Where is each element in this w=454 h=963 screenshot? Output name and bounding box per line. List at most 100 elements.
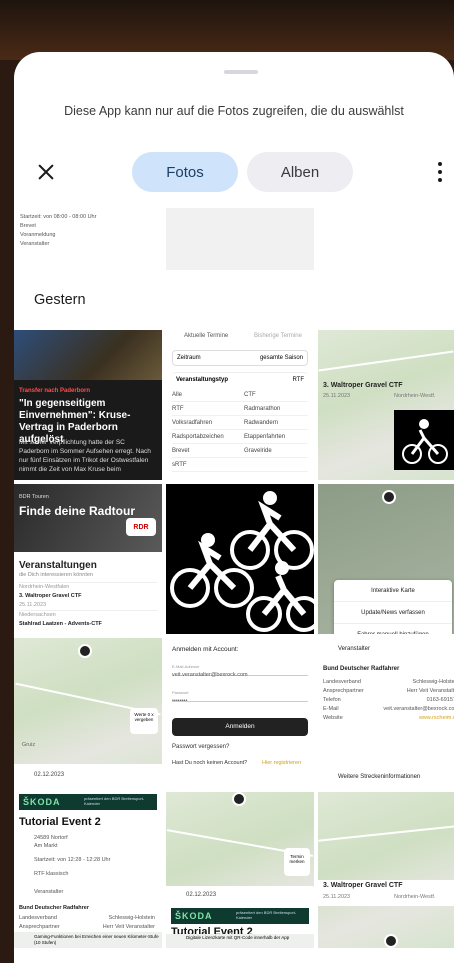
news-kicker: Transfer nach Paderborn [19,388,91,394]
event-date: 02.12.2023 [186,892,217,898]
events-subtitle: die Dich interessieren könnten [19,572,93,578]
option: Brevet [172,447,190,454]
photo-thumbnail[interactable]: Startzeit: von 08:00 - 08:00 Uhr Brevet … [14,208,162,270]
tab-alben[interactable]: Alben [247,152,353,192]
photo-thumbnail[interactable]: 3. Waltroper Gravel CTF 25.11.2023 Nordr… [318,330,454,480]
menu-item-add-rider[interactable]: Fahrer manuell hinzufügen [334,624,452,634]
photo-thumbnail[interactable]: Transfer nach Paderborn "In gegenseitige… [14,330,162,480]
context-menu: Interaktive Karte Update/News verfassen … [334,580,452,634]
organizer-row: Landesverband Schleswig-Holstein [19,914,155,923]
list-item: Startzeit: von 08:00 - 08:00 Uhr [20,214,97,220]
photo-thumbnail[interactable]: BDR Touren Finde deine Radtour RDR Veran… [14,484,162,634]
email-label: E-Mail-Adresse [172,664,200,669]
detail-label: E-Mail [323,706,339,712]
login-title: Anmelden mit Account: [172,646,239,653]
event-date: 25.11.2023 [323,894,351,900]
rating-badge[interactable]: Werte 0 x vergeben [130,708,158,734]
event-type: RTF klassisch [34,871,69,877]
detail-label: Landesverband [323,679,361,685]
password-field[interactable]: Passwort •••••••• [172,688,308,704]
photo-thumbnail[interactable]: Interaktive Karte Update/News verfassen … [318,484,454,634]
photo-thumbnail[interactable]: ŠKODA präsentiert den BDR Breitensport-K… [14,792,162,948]
feature-footer: Digitale Lizenzkarte mit QR-Code innerha… [166,934,314,948]
section-label: Gestern [34,292,86,308]
option: RTF [172,405,184,412]
bookmark-badge[interactable]: Termin merken [284,848,310,876]
detail-value: Schleswig-Holstein [412,679,454,685]
option: Volksradfahren [172,419,213,426]
banner-kicker: BDR Touren [19,494,49,500]
option: sRTF [172,461,187,468]
detail-value: www.rscheim.de [418,715,454,721]
option: Alle [172,391,183,398]
photo-thumbnail[interactable]: Termin merken 02.12.2023 ŠKODA präsentie… [166,792,314,948]
zeitraum-field: Zeitraum gesamte Saison [172,350,308,366]
drag-handle[interactable] [224,70,258,74]
organizer-name: Bund Deutscher Radfahrer [323,666,400,672]
event-time: Startzeit: von 12:28 - 12:28 Uhr [34,857,111,863]
menu-item-update-news[interactable]: Update/News verfassen [334,602,452,624]
typ-options: Alle CTF RTF Radmarathon Volksradfahren Rad… [172,388,308,472]
detail-label: Telefon [323,697,341,703]
option: Radwandern [244,419,279,426]
event-title: 3. Waltroper Gravel CTF [323,882,403,889]
zeitraum-label: Zeitraum [177,355,201,361]
map-pin-icon [232,792,246,806]
more-route-info[interactable]: Weitere Streckeninformationen [338,774,420,780]
event-name: Stahlrad Laatzen - Advents-CTF [19,621,102,627]
menu-item-interactive-map[interactable]: Interaktive Karte [334,580,452,602]
tutorial-title: Tutorial Event 2 [19,816,101,828]
tab-fotos[interactable]: Fotos [132,152,238,192]
bikes-thumbnail [394,410,454,470]
password-label: Passwort [172,690,189,695]
skoda-note: präsentiert den BDR Breitensport-Kalende… [236,910,297,920]
detail-label: Landesverband [19,915,57,921]
app-background [0,0,454,60]
organizer-details: Landesverband Schleswig-Holstein Ansprech… [323,678,454,723]
email-field[interactable]: E-Mail-Adresse veit.veranstalter@bexrock… [172,662,308,678]
map-town-label: Gruiz [22,742,36,748]
photo-thumbnail[interactable]: Gruiz Werte 0 x vergeben 02.12.2023 [14,638,162,788]
detail-value: veit.veranstalter@bexrock.com [383,706,454,712]
event-date: 25.11.2023 [19,602,47,608]
list-item: Brevet [20,223,36,229]
detail-label: Website [323,715,343,721]
filter-tab: Bisherige Termine [254,333,302,339]
typ-value: RTF [292,377,304,383]
list-item: Veranstalter [20,241,50,247]
login-button[interactable]: Anmelden [172,718,308,736]
news-photo [14,330,162,380]
event-address-2: Am Markt [34,843,58,849]
organizer-row: Ansprechpartner Herr Veit Veranstalter [19,923,155,932]
detail-value: Herr Veit Veranstalter [102,924,155,930]
event-title: 3. Waltroper Gravel CTF [323,382,403,389]
map-pin-icon [78,644,92,658]
list-item: Nordrhein-Westfalen 3. Waltroper Gravel … [19,582,157,608]
typ-label: Veranstaltungstyp [176,377,229,383]
list-item: Niedersachsen Stahlrad Laatzen - Advents… [19,610,157,630]
detail-value: Herr Veit Veranstalter [406,688,454,694]
rdr-logo: RDR [126,518,156,536]
detail-label: Ansprechpartner [19,924,60,930]
map-pin-icon [382,490,396,504]
no-account-text: Hast Du noch keinen Account? [172,760,248,766]
more-options-icon[interactable] [432,162,448,184]
photo-thumbnail[interactable] [166,484,314,634]
password-value: •••••••• [172,698,188,704]
cyclists-image [170,491,314,632]
option: Radmarathon [244,405,281,412]
banner-title: Finde deine Radtour [19,504,136,518]
detail-label: Ansprechpartner [323,688,364,694]
photo-thumbnail[interactable]: Veranstalter Bund Deutscher Radfahrer La… [318,638,454,788]
event-region: Nordrhein-Westf. [394,894,436,900]
forgot-password-link[interactable]: Passwort vergessen? [172,744,229,750]
register-link[interactable]: Hier registrieren [262,760,301,766]
photo-picker-sheet: Diese App kann nur auf die Fotos zugreif… [14,52,454,963]
event-name: 3. Waltroper Gravel CTF [19,593,82,599]
photo-thumbnail[interactable]: Anmelden mit Account: E-Mail-Adresse vei… [166,638,314,788]
list-item: Voranmeldung [20,232,56,238]
close-icon[interactable] [34,160,58,184]
photo-thumbnail[interactable] [166,208,314,270]
photo-thumbnail[interactable]: Aktuelle Termine Bisherige Termine Zeitr… [166,330,314,480]
photo-thumbnail[interactable]: 3. Waltroper Gravel CTF 25.11.2023 Nordr… [318,792,454,948]
